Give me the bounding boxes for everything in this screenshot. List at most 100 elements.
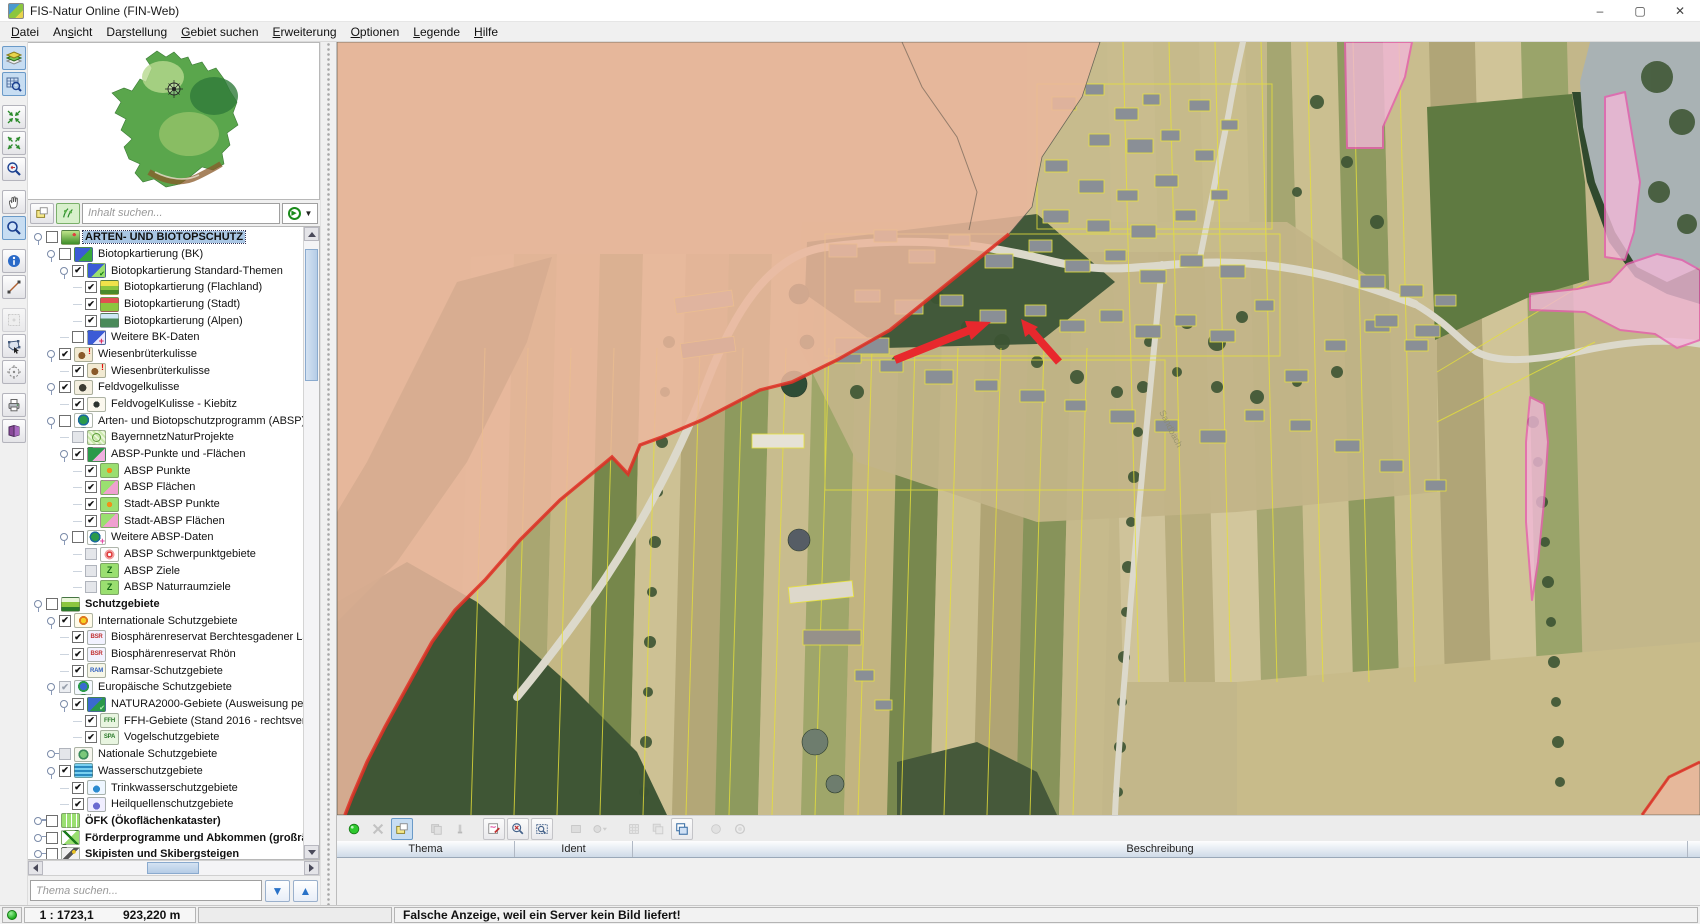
layer-tree-item[interactable]: Wiesenbrüterkulisse: [28, 346, 303, 363]
layer-tree-item[interactable]: ABSP Flächen: [28, 479, 303, 496]
layer-checkbox[interactable]: [72, 698, 84, 710]
panel-toggle-icon[interactable]: [391, 818, 413, 840]
nature-themes-icon[interactable]: [56, 203, 80, 224]
layer-tree-item[interactable]: Biotopkartierung (Alpen): [28, 312, 303, 329]
layer-checkbox[interactable]: [59, 748, 71, 760]
tree-expander-icon[interactable]: [59, 265, 71, 277]
select-rect-icon[interactable]: [565, 818, 587, 840]
menu-item[interactable]: Datei: [4, 23, 46, 41]
select-rect-icon[interactable]: [2, 308, 26, 332]
scroll-left-icon[interactable]: [28, 861, 43, 875]
layer-checkbox[interactable]: [59, 615, 71, 627]
theme-search-input[interactable]: [30, 880, 262, 901]
layer-checkbox[interactable]: [85, 465, 97, 477]
tree-expander-icon[interactable]: [72, 481, 84, 493]
tree-expander-icon[interactable]: [59, 365, 71, 377]
info-icon[interactable]: [2, 249, 26, 273]
table-column-header[interactable]: Ident: [515, 841, 633, 857]
tree-expander-icon[interactable]: [72, 465, 84, 477]
layer-tree-item[interactable]: ARTEN- UND BIOTOPSCHUTZ: [28, 229, 303, 246]
layer-checkbox[interactable]: [85, 731, 97, 743]
tree-expander-icon[interactable]: [72, 498, 84, 510]
layer-checkbox[interactable]: [72, 631, 84, 643]
tree-expander-icon[interactable]: [72, 548, 84, 560]
content-search-input[interactable]: [82, 203, 280, 224]
tree-expander-icon[interactable]: [72, 565, 84, 577]
pan-hand-icon[interactable]: [2, 190, 26, 214]
layer-checkbox[interactable]: [59, 681, 71, 693]
layer-checkbox[interactable]: [85, 565, 97, 577]
grid-icon[interactable]: [623, 818, 645, 840]
tree-expander-icon[interactable]: [46, 615, 58, 627]
tree-expander-icon[interactable]: [46, 748, 58, 760]
layer-checkbox[interactable]: [59, 248, 71, 260]
zoom-window-icon[interactable]: [531, 818, 553, 840]
legend-book-icon[interactable]: [2, 419, 26, 443]
layer-tree-item[interactable]: Z ABSP Ziele: [28, 562, 303, 579]
center-crosshair-icon[interactable]: [2, 360, 26, 384]
tree-expander-icon[interactable]: [46, 681, 58, 693]
layer-checkbox[interactable]: [46, 815, 58, 827]
layer-checkbox[interactable]: [59, 765, 71, 777]
layer-checkbox[interactable]: [85, 581, 97, 593]
cascade-windows-icon[interactable]: [671, 818, 693, 840]
layer-checkbox[interactable]: [59, 348, 71, 360]
tree-expander-icon[interactable]: [59, 331, 71, 343]
menu-item[interactable]: Gebiet suchen: [174, 23, 265, 41]
layer-checkbox[interactable]: [72, 365, 84, 377]
tree-vertical-scrollbar[interactable]: [303, 227, 319, 859]
zoom-extent-in-icon[interactable]: [2, 105, 26, 129]
duplicate-icon[interactable]: [647, 818, 669, 840]
tree-expander-icon[interactable]: [72, 515, 84, 527]
layer-tree-item[interactable]: Biotopkartierung Standard-Themen: [28, 262, 303, 279]
layer-tree-item[interactable]: ÖFK (Ökoflächenkataster): [28, 813, 303, 830]
menu-item[interactable]: Darstellung: [99, 23, 174, 41]
layer-tree-item[interactable]: ABSP Punkte: [28, 462, 303, 479]
layer-tree-item[interactable]: Weitere ABSP-Daten: [28, 529, 303, 546]
layer-checkbox[interactable]: [46, 231, 58, 243]
layer-checkbox[interactable]: [46, 848, 58, 859]
layer-checkbox[interactable]: [85, 298, 97, 310]
select-circle-dropdown-icon[interactable]: [589, 818, 611, 840]
layer-tree-item[interactable]: Schutzgebiete: [28, 596, 303, 613]
tree-expander-icon[interactable]: [59, 631, 71, 643]
tree-expander-icon[interactable]: [72, 298, 84, 310]
overview-map[interactable]: [28, 42, 320, 200]
tree-expander-icon[interactable]: [59, 431, 71, 443]
tree-expander-icon[interactable]: [72, 281, 84, 293]
layer-tree-item[interactable]: Stadt-ABSP Punkte: [28, 496, 303, 513]
themes-layers-icon[interactable]: [2, 46, 26, 70]
layer-tree-item[interactable]: Biotopkartierung (BK): [28, 246, 303, 263]
window-control-button[interactable]: –: [1580, 0, 1620, 21]
tree-expander-icon[interactable]: [59, 448, 71, 460]
layer-tree-item[interactable]: FeldvogelKulisse - Kiebitz: [28, 396, 303, 413]
layer-tree-item[interactable]: Nationale Schutzgebiete: [28, 746, 303, 763]
tree-expander-icon[interactable]: [72, 315, 84, 327]
tree-horizontal-scrollbar[interactable]: [28, 860, 320, 876]
zoom-magnifier-icon[interactable]: [2, 216, 26, 240]
clear-x-icon[interactable]: [367, 818, 389, 840]
tree-expander-icon[interactable]: [33, 815, 45, 827]
tree-expander-icon[interactable]: [33, 848, 45, 859]
tree-expander-icon[interactable]: [59, 698, 71, 710]
buffer-outline-icon[interactable]: [729, 818, 751, 840]
layer-tree-item[interactable]: Feldvogelkulisse: [28, 379, 303, 396]
tree-expander-icon[interactable]: [46, 381, 58, 393]
layer-checkbox[interactable]: [72, 798, 84, 810]
overview-table-search-icon[interactable]: [2, 72, 26, 96]
layer-tree-item[interactable]: FFH FFH-Gebiete (Stand 2016 - rechtsverb…: [28, 712, 303, 729]
tree-expander-icon[interactable]: [46, 248, 58, 260]
tree-expander-icon[interactable]: [33, 598, 45, 610]
layer-checkbox[interactable]: [72, 782, 84, 794]
zoom-cancel-icon[interactable]: [507, 818, 529, 840]
layer-checkbox[interactable]: [72, 531, 84, 543]
measure-line-icon[interactable]: [2, 275, 26, 299]
window-control-button[interactable]: ✕: [1660, 0, 1700, 21]
layer-checkbox[interactable]: [72, 398, 84, 410]
scroll-up-icon[interactable]: [304, 227, 319, 241]
layer-checkbox[interactable]: [72, 448, 84, 460]
layer-tree-item[interactable]: Europäische Schutzgebiete: [28, 679, 303, 696]
layer-checkbox[interactable]: [59, 381, 71, 393]
tree-expander-icon[interactable]: [72, 581, 84, 593]
layer-checkbox[interactable]: [85, 281, 97, 293]
